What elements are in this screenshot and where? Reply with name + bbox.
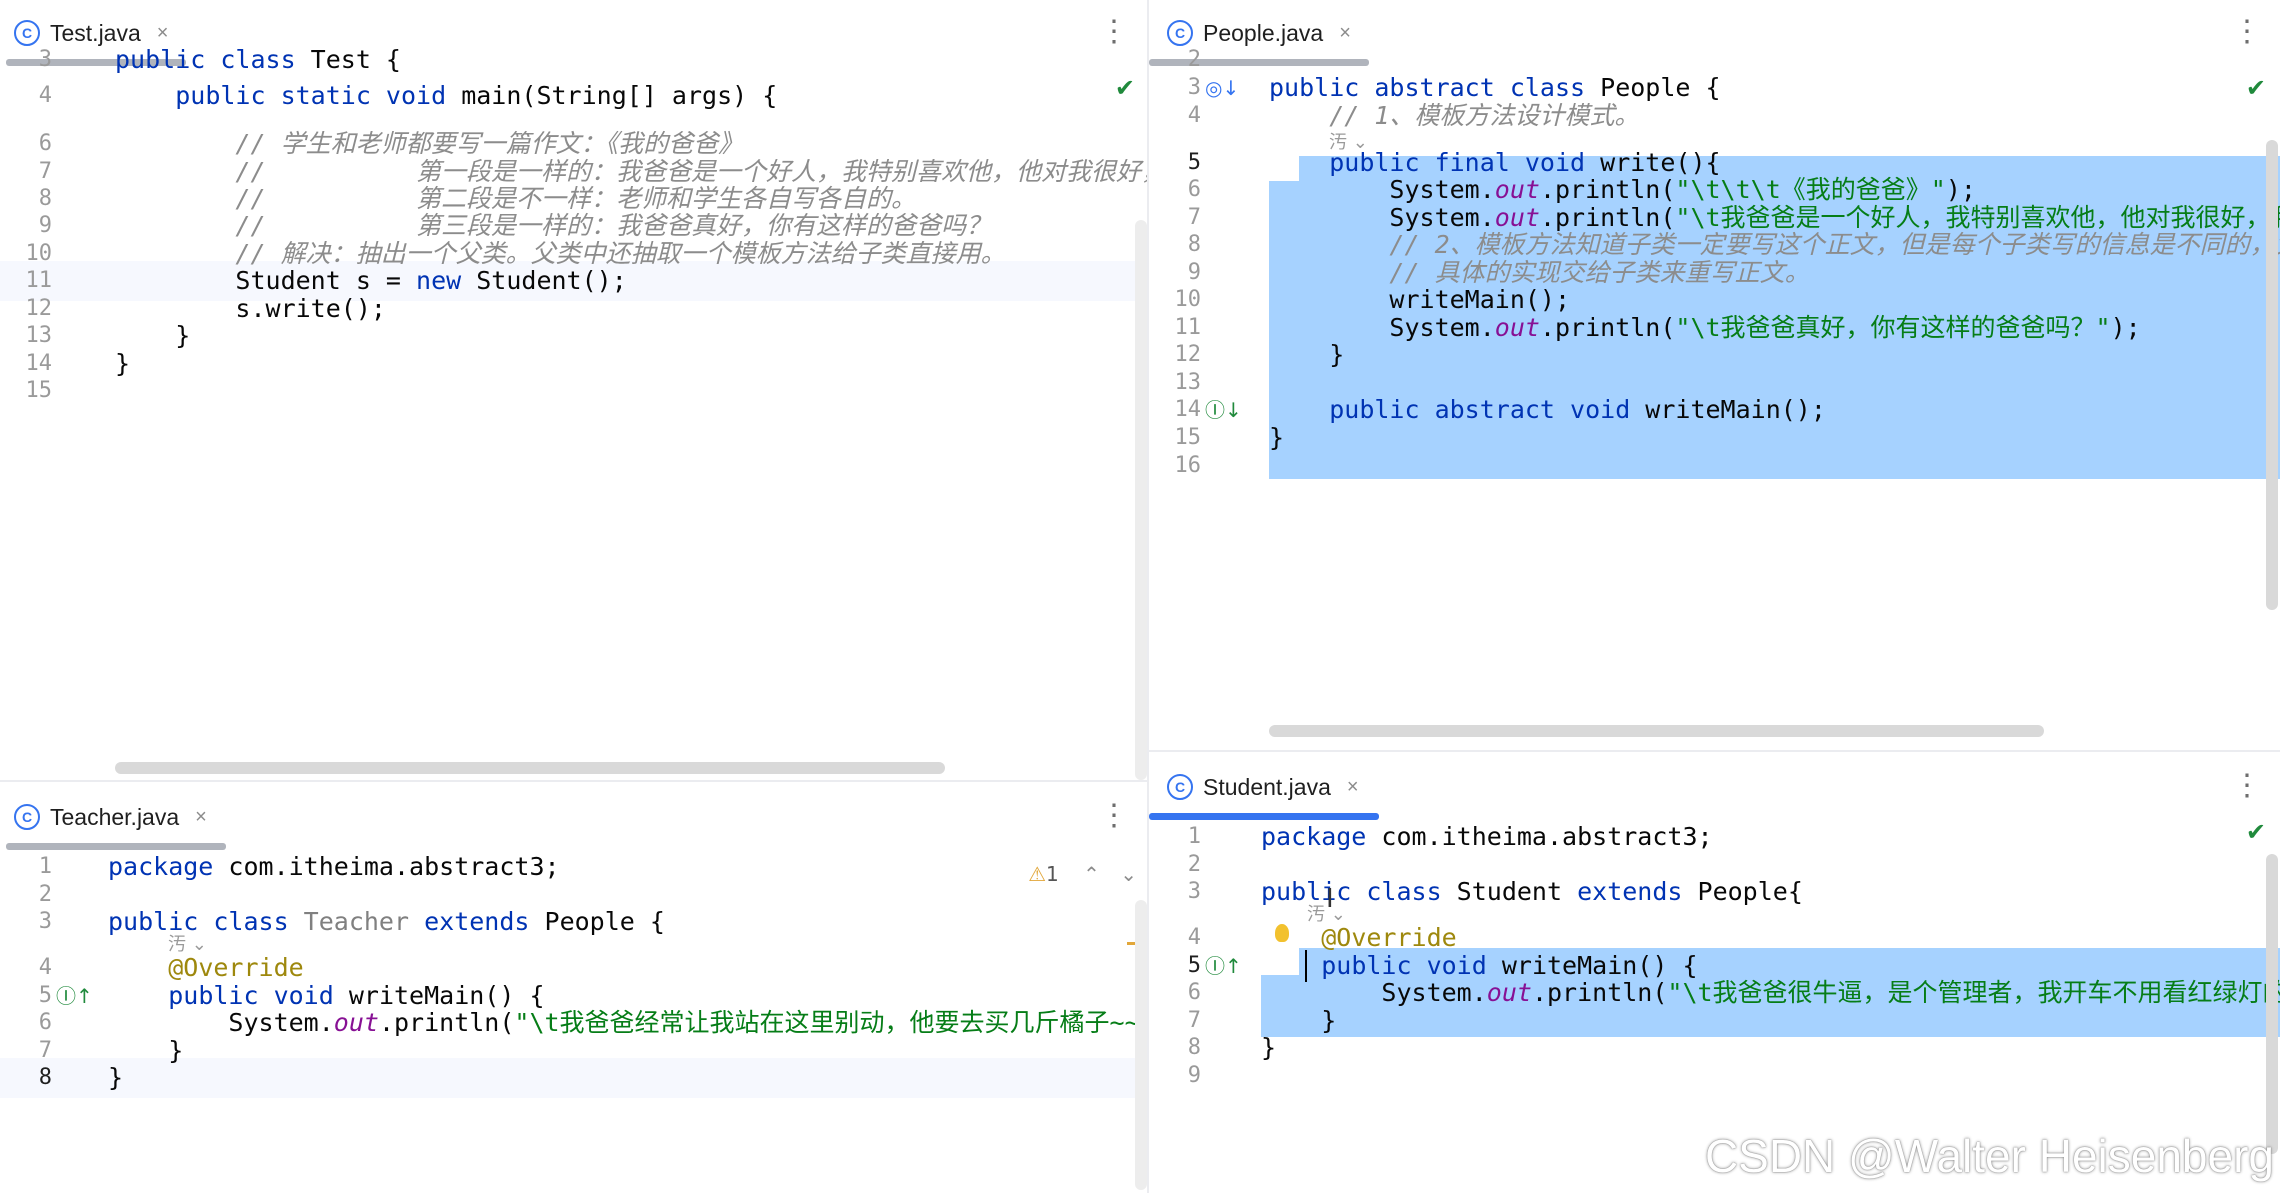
- code-token: extends: [424, 907, 545, 936]
- inlay-hint-icon[interactable]: 汚 ⌄: [1329, 128, 1368, 154]
- implemented-method-gutter-icon[interactable]: Ⓘ↓: [1205, 390, 1242, 430]
- code-token: People {: [544, 907, 665, 936]
- test-editor-pane: C Test.java × ⋮ 3 public class Test {4 pu…: [0, 0, 1147, 780]
- line-number: 4: [1187, 103, 1201, 128]
- java-class-icon: C: [14, 804, 40, 830]
- code-line[interactable]: 8}: [0, 1058, 1147, 1098]
- warnings-indicator[interactable]: ⚠1 ⌃ ⌄: [1028, 862, 1137, 886]
- code-line[interactable]: 4 public static void main(String[] args)…: [0, 76, 1147, 116]
- horizontal-split-divider-right[interactable]: [1149, 750, 2280, 752]
- implemented-method-gutter-icon[interactable]: ◎↓: [1205, 68, 1239, 108]
- line-number: 8: [38, 1065, 52, 1090]
- no-problems-check-icon: ✔: [1114, 74, 1135, 102]
- code-line[interactable]: 15: [0, 371, 1147, 411]
- more-options-icon[interactable]: ⋮: [2232, 768, 2262, 803]
- no-problems-check-icon: ✔: [2245, 818, 2266, 846]
- people-code-editor[interactable]: 2 3 public abstract class People {4 // 1、模…: [1149, 47, 2280, 750]
- close-icon[interactable]: ×: [1347, 776, 1359, 799]
- code-line[interactable]: 4 // 1、模板方法设计模式。: [1149, 96, 2280, 136]
- code-text: }: [108, 1058, 123, 1098]
- more-options-icon[interactable]: ⋮: [1099, 798, 1129, 833]
- line-number: 3: [38, 47, 52, 72]
- code-token: main(String[] args) {: [461, 81, 778, 110]
- inlay-hint-icon[interactable]: 汚 ⌄: [168, 930, 207, 956]
- tab-teacher-java[interactable]: C Teacher.java ×: [14, 784, 207, 850]
- teacher-code-editor[interactable]: 1 package com.itheima.abstract3; 2 3 public …: [0, 850, 1147, 1193]
- vertical-scrollbar[interactable]: [2266, 140, 2278, 610]
- code-token: Test {: [310, 45, 401, 74]
- watermark: CSDN @Walter Heisenberg: [1704, 1130, 2274, 1182]
- warning-icon: ⚠: [1028, 862, 1047, 886]
- line-number: 9: [1187, 1063, 1201, 1088]
- line-number: 16: [1174, 453, 1202, 478]
- line-number: 15: [25, 378, 53, 403]
- teacher-tabbar: C Teacher.java × ⋮: [0, 784, 1147, 850]
- no-problems-check-icon: ✔: [2245, 74, 2266, 102]
- test-code-editor[interactable]: 3 public class Test {4 public static void…: [0, 45, 1147, 780]
- line-number: 4: [38, 83, 52, 108]
- line-number: 3: [1187, 879, 1201, 904]
- code-text: // 1、模板方法设计模式。: [1269, 96, 1639, 136]
- code-token: extends: [1577, 877, 1698, 906]
- override-method-gutter-icon[interactable]: Ⓘ↑: [56, 976, 93, 1016]
- chevron-down-icon[interactable]: ⌄: [1120, 862, 1137, 886]
- code-line[interactable]: 9: [1149, 1056, 2280, 1096]
- code-token: public class: [115, 45, 311, 74]
- code-text: public static void main(String[] args) {: [115, 76, 777, 116]
- horizontal-scrollbar[interactable]: [115, 762, 945, 774]
- code-token: }: [108, 1063, 124, 1092]
- code-token: Student: [1456, 877, 1578, 906]
- vertical-scrollbar[interactable]: [2266, 854, 2278, 1154]
- vertical-scrollbar[interactable]: [1135, 220, 1147, 780]
- code-token: Teacher: [303, 907, 425, 936]
- text-cursor-icon: I: [1326, 884, 1334, 914]
- code-token: public static void: [175, 81, 462, 110]
- teacher-editor-pane: C Teacher.java × ⋮ 1 package com.itheima.…: [0, 784, 1147, 1193]
- code-text: public class Test {: [115, 40, 401, 80]
- tab-student-java[interactable]: C Student.java ×: [1167, 754, 1359, 820]
- code-token: People{: [1697, 877, 1803, 906]
- horizontal-split-divider-left[interactable]: [0, 780, 1147, 782]
- student-editor-pane: C Student.java × ⋮ 1 package com.itheima.…: [1149, 754, 2280, 1193]
- code-line[interactable]: 16: [1149, 446, 2280, 486]
- warning-count: 1: [1046, 862, 1059, 886]
- code-token: public class: [1261, 877, 1457, 906]
- vertical-split-divider[interactable]: [1147, 0, 1149, 1193]
- code-line[interactable]: 3 public class Test {: [0, 40, 1147, 80]
- tab-label: Teacher.java: [50, 803, 180, 830]
- java-class-icon: C: [1167, 774, 1193, 800]
- lightbulb-icon[interactable]: [1275, 924, 1289, 942]
- student-tabbar: C Student.java × ⋮: [1149, 754, 2280, 820]
- close-icon[interactable]: ×: [195, 806, 207, 829]
- vertical-scrollbar[interactable]: [1135, 900, 1147, 1190]
- code-token: // 1、模板方法设计模式。: [1329, 101, 1640, 130]
- text-caret: [1305, 950, 1307, 982]
- people-editor-pane: C People.java × ⋮ 2 3 public abstract clas…: [1149, 0, 2280, 750]
- override-method-gutter-icon[interactable]: Ⓘ↑: [1205, 946, 1242, 986]
- line-number: 3: [38, 909, 52, 934]
- chevron-up-icon[interactable]: ⌃: [1083, 862, 1100, 886]
- tab-label: Student.java: [1203, 773, 1331, 800]
- horizontal-scrollbar[interactable]: [1269, 725, 2044, 737]
